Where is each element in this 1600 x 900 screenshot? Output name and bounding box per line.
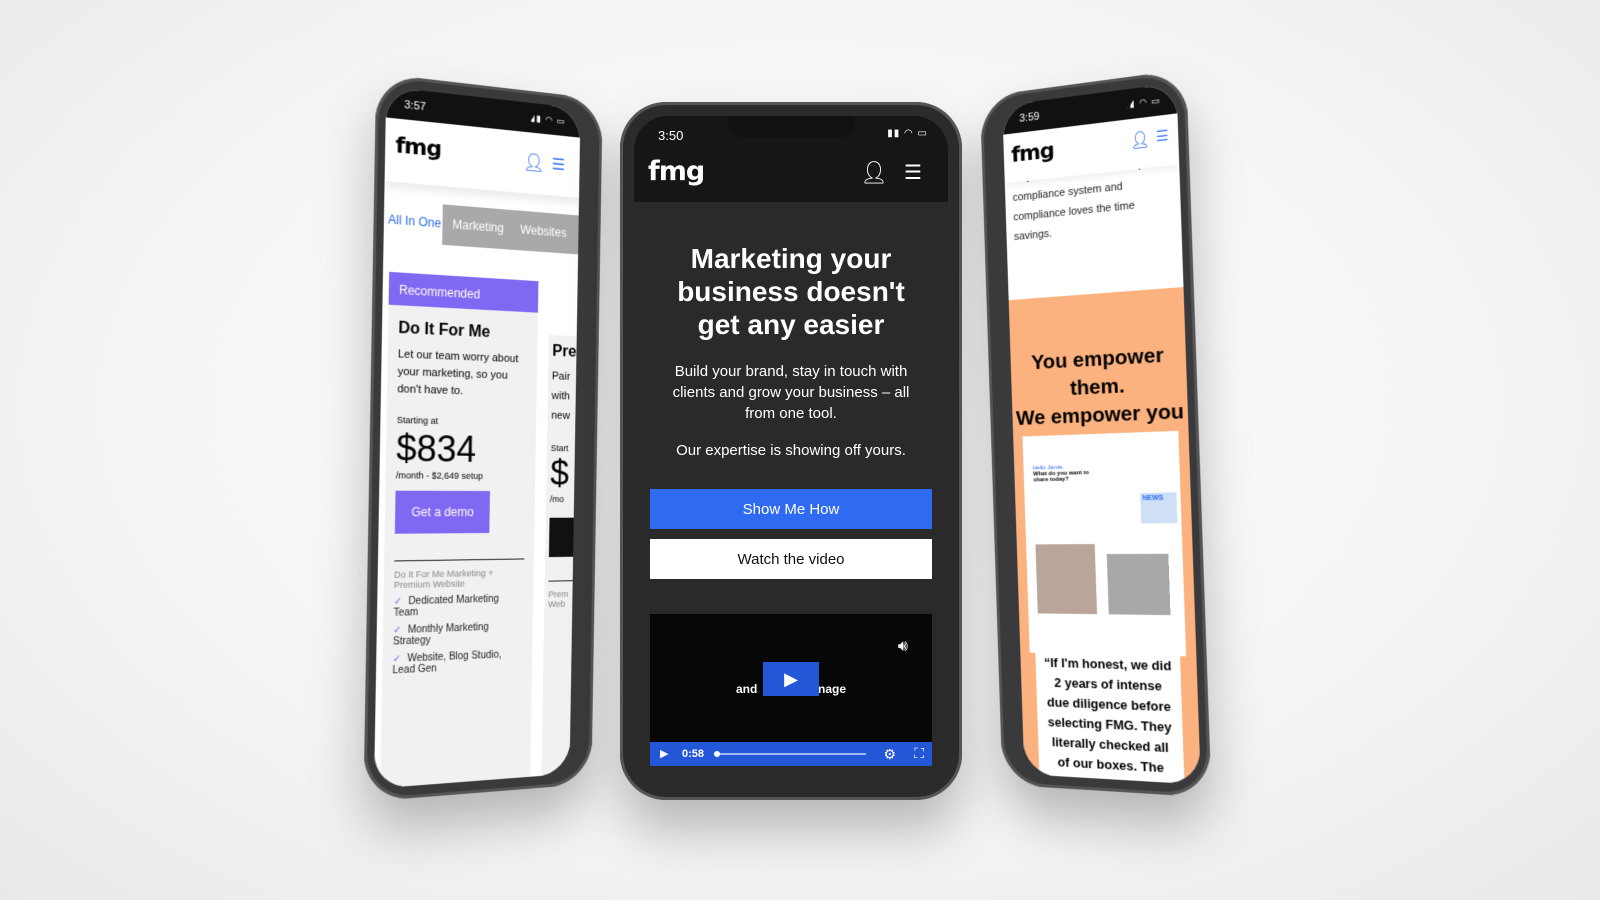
app-preview-image: Hello Jamie, What do you want to share t… bbox=[1022, 430, 1187, 657]
user-icon[interactable]: 👤︎ bbox=[860, 160, 888, 186]
feature-item: ✓ Monthly Marketing Strategy bbox=[392, 621, 489, 648]
news-graphic: NEWS bbox=[1140, 492, 1178, 524]
plan-description: Let our team worry about your marketing,… bbox=[397, 348, 519, 398]
signal-wifi-battery-icon: ▮▮ ◠ ▭ bbox=[887, 128, 928, 139]
plan-line: Pair bbox=[551, 370, 571, 383]
phone-left: 3:57 ▮▮ ◠ ▭ fmg 👤︎ ☰ All In One Marketing… bbox=[363, 73, 603, 802]
plan-card-do-it-for-me: Do It For Me Let our team worry about yo… bbox=[380, 304, 538, 789]
plan-title: Do It For Me bbox=[398, 319, 491, 342]
hero-headline: Marketing your business doesn't get any … bbox=[677, 243, 905, 340]
testimonial-quote: “If I'm honest, we did 2 years of intens… bbox=[1034, 642, 1185, 785]
video-time: 0:58 bbox=[682, 748, 705, 760]
hero-tagline: Our expertise is showing off yours. bbox=[676, 442, 906, 459]
menu-icon[interactable]: ☰ bbox=[904, 160, 922, 185]
plan-line: new bbox=[551, 409, 571, 422]
plan-includes: Do It For Me Marketing + Premium Website bbox=[393, 558, 525, 591]
plan-button[interactable] bbox=[548, 517, 580, 558]
video-caption: nage bbox=[818, 682, 847, 696]
video-caption: and bbox=[736, 682, 758, 696]
empower-section: You empower them. We empower you Hello Ja… bbox=[1008, 287, 1201, 785]
price-note: /mo bbox=[549, 494, 564, 505]
plan-price: $ bbox=[549, 452, 570, 494]
plan-tabs: All In One Marketing Websites bbox=[384, 200, 581, 257]
user-icon[interactable]: 👤︎ bbox=[523, 152, 545, 175]
notch bbox=[728, 116, 854, 138]
progress-track[interactable] bbox=[714, 751, 866, 757]
video-controls: ▶ 0:58 ⚙ ⛶ bbox=[650, 742, 932, 766]
status-time: 3:59 bbox=[1019, 110, 1040, 125]
feature-item: ✓ Dedicated Marketing Team bbox=[393, 593, 499, 619]
fmg-logo[interactable]: fmg bbox=[395, 133, 441, 163]
check-icon: ✓ bbox=[393, 624, 402, 637]
tab-marketing[interactable]: Marketing bbox=[442, 204, 512, 250]
settings-gear-icon[interactable]: ⚙ bbox=[883, 746, 896, 763]
signal-wifi-battery-icon: ▮▮ ◠ ▭ bbox=[530, 112, 566, 127]
phone-right: 3:59▮▮ ◠ ▭ fmg 👤︎ ☰ they don't have to u… bbox=[979, 69, 1212, 798]
volume-icon[interactable]: 🔊︎ bbox=[898, 638, 908, 656]
video-player[interactable]: 🔊︎ and nage ▶ ▶ 0:58 ⚙ ⛶ bbox=[650, 614, 932, 766]
user-icon[interactable]: 👤︎ bbox=[1130, 129, 1151, 152]
phone-center: 3:50 ▮▮ ◠ ▭ fmg 👤︎ ☰ Marketing your busin… bbox=[620, 102, 962, 800]
photo-woman bbox=[1106, 553, 1171, 616]
plan-card-partial: Pre Pair with new Start $ /mo Prem Web bbox=[541, 334, 581, 776]
photo-man bbox=[1035, 544, 1098, 615]
watch-video-button[interactable]: Watch the video bbox=[650, 539, 932, 579]
check-icon: ✓ bbox=[392, 653, 402, 666]
tab-websites[interactable]: Websites bbox=[510, 209, 581, 255]
plan-line: with bbox=[551, 390, 570, 403]
preview-question: What do you want to share today? bbox=[1033, 470, 1090, 484]
site-header: fmg 👤︎ ☰ bbox=[634, 144, 948, 202]
menu-icon[interactable]: ☰ bbox=[1156, 127, 1169, 146]
progress-handle[interactable] bbox=[714, 751, 721, 757]
menu-icon[interactable]: ☰ bbox=[552, 154, 566, 175]
fmg-logo[interactable]: fmg bbox=[1011, 138, 1054, 167]
check-icon: ✓ bbox=[393, 596, 403, 608]
section-headline: You empower them. We empower you bbox=[1015, 343, 1185, 430]
play-button[interactable]: ▶ bbox=[763, 662, 819, 696]
starting-label: Start bbox=[550, 443, 569, 454]
plan-title: Pre bbox=[552, 342, 577, 361]
feature-item: ✓ Website, Blog Studio, Lead Gen bbox=[392, 649, 502, 677]
tab-all-in-one[interactable]: All In One bbox=[384, 200, 443, 245]
screen-right: 3:59▮▮ ◠ ▭ fmg 👤︎ ☰ they don't have to u… bbox=[1002, 82, 1201, 785]
fmg-logo[interactable]: fmg bbox=[648, 156, 705, 187]
plans: Recommended Do It For Me Let our team wo… bbox=[373, 250, 581, 789]
plan-price: $834 bbox=[395, 427, 477, 470]
price-note: /month - $2,649 setup bbox=[395, 470, 484, 481]
status-time: 3:57 bbox=[404, 98, 427, 114]
screen-center: 3:50 ▮▮ ◠ ▭ fmg 👤︎ ☰ Marketing your busin… bbox=[634, 116, 948, 786]
play-icon[interactable]: ▶ bbox=[660, 747, 668, 760]
screen-left: 3:57 ▮▮ ◠ ▭ fmg 👤︎ ☰ All In One Marketing… bbox=[373, 86, 581, 789]
plan-includes: Prem Web bbox=[548, 580, 579, 610]
starting-label: Starting at bbox=[396, 414, 439, 426]
hero-subtext: Build your brand, stay in touch with cli… bbox=[672, 363, 910, 422]
show-me-how-button[interactable]: Show Me How bbox=[650, 489, 932, 529]
get-demo-button[interactable]: Get a demo bbox=[394, 490, 490, 534]
status-time: 3:50 bbox=[658, 128, 684, 143]
fullscreen-icon[interactable]: ⛶ bbox=[914, 745, 924, 762]
